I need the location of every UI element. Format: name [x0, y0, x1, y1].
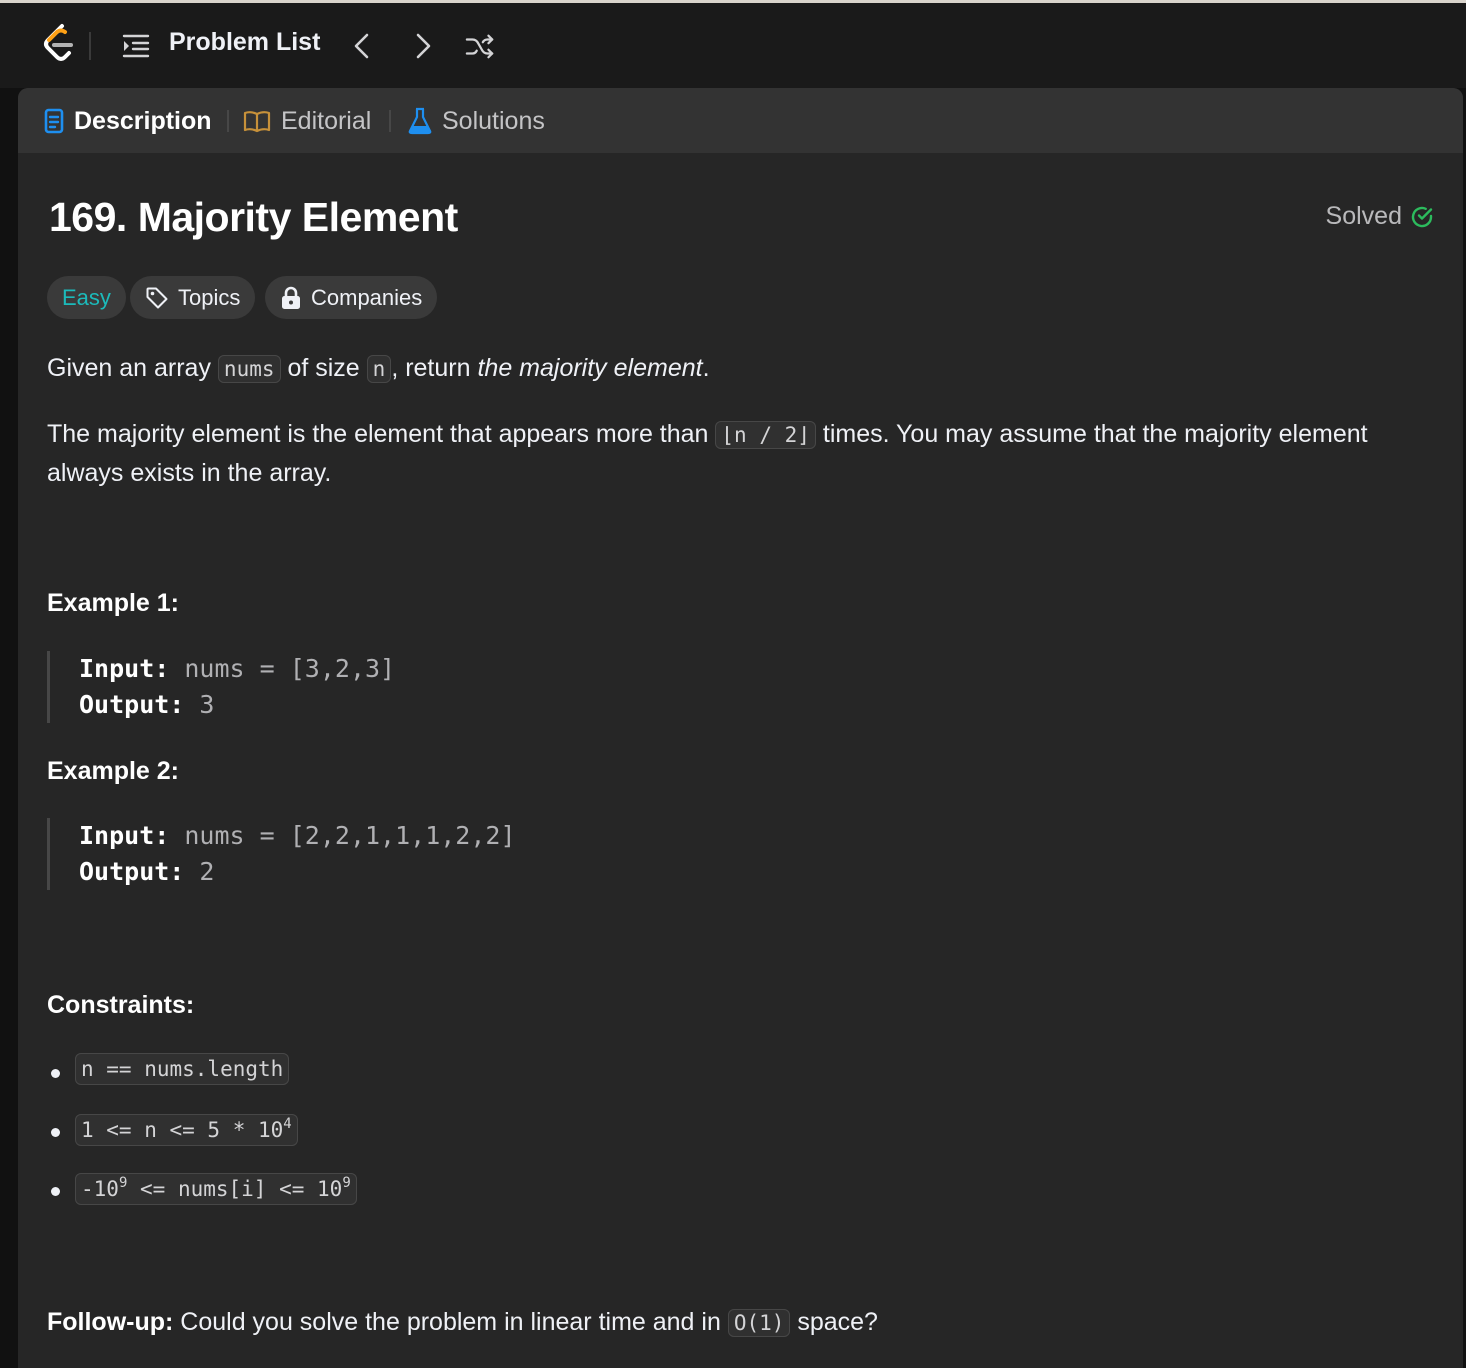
bullet — [51, 1069, 60, 1078]
tab-solutions[interactable]: Solutions — [408, 105, 545, 137]
example-2-block: Input: nums = [2,2,1,1,1,2,2] Output: 2 — [47, 818, 647, 890]
output-label: Output: — [79, 857, 185, 886]
follow-up-paragraph: Follow-up: Could you solve the problem i… — [47, 1308, 878, 1337]
follow-up-label: Follow-up: — [47, 1308, 174, 1336]
output-label: Output: — [79, 690, 185, 719]
constraint-code: -109 <= nums[i] <= 109 — [75, 1173, 357, 1205]
tab-editorial-label: Editorial — [281, 106, 372, 135]
bullet — [51, 1128, 60, 1137]
constraint-item: n == nums.length — [75, 1053, 290, 1091]
output-value: 2 — [199, 857, 215, 886]
check-circle-icon — [1411, 206, 1433, 227]
shuffle-icon[interactable] — [465, 30, 495, 62]
example-2-heading: Example 2: — [47, 757, 180, 785]
input-label: Input: — [79, 821, 170, 850]
difficulty-label: Easy — [62, 284, 111, 310]
text: , return — [391, 354, 478, 382]
solved-status: Solved — [1326, 202, 1434, 231]
description-icon — [44, 108, 64, 134]
inline-code: O(1) — [727, 1309, 791, 1337]
companies-label: Companies — [311, 284, 423, 310]
difficulty-badge: Easy — [47, 276, 126, 319]
solved-label: Solved — [1325, 202, 1402, 230]
inline-code: nums — [217, 355, 281, 383]
emphasis-text: the majority element — [477, 354, 703, 382]
tab-description-label: Description — [74, 106, 212, 135]
text: The majority element is the element that… — [47, 420, 716, 448]
chevron-right-icon[interactable] — [408, 30, 438, 62]
tag-icon — [146, 287, 168, 308]
topics-button[interactable]: Topics — [130, 276, 256, 319]
text: Given an array — [47, 354, 218, 382]
bullet — [51, 1187, 60, 1196]
problem-list-icon[interactable] — [121, 31, 151, 61]
tab-divider — [389, 110, 391, 132]
constraint-item: -109 <= nums[i] <= 109 — [75, 1173, 357, 1209]
inline-code: ⌊n / 2⌋ — [715, 421, 816, 449]
panel-tab-bar: Description Editorial Solutions — [18, 88, 1463, 153]
topics-label: Topics — [178, 284, 241, 310]
description-panel: Description Editorial Solutions 169. Maj… — [18, 88, 1463, 1368]
leetcode-logo-icon[interactable] — [40, 23, 76, 65]
tab-divider — [227, 110, 229, 132]
example-1-block: Input: nums = [3,2,3] Output: 3 — [47, 651, 647, 723]
tab-solutions-label: Solutions — [442, 106, 545, 135]
top-navigation-bar: Problem List — [0, 3, 1466, 88]
text: Could you solve the problem in linear ti… — [173, 1308, 728, 1336]
companies-button[interactable]: Companies — [265, 276, 438, 319]
description-paragraph-1: Given an array nums of size n, return th… — [47, 349, 1442, 388]
flask-icon — [408, 107, 432, 135]
code-text: -10 — [81, 1177, 119, 1201]
problem-title[interactable]: 169. Majority Element — [49, 194, 458, 241]
tab-editorial[interactable]: Editorial — [243, 105, 371, 137]
text: space? — [790, 1308, 878, 1336]
inline-code: n — [366, 355, 392, 383]
superscript: 4 — [283, 1116, 292, 1132]
divider — [89, 32, 91, 60]
constraint-code: 1 <= n <= 5 * 104 — [75, 1114, 298, 1146]
constraint-code: n == nums.length — [75, 1053, 290, 1085]
input-value: nums = [2,2,1,1,1,2,2] — [184, 821, 516, 850]
book-icon — [243, 111, 271, 133]
constraints-heading: Constraints: — [47, 991, 195, 1019]
input-value: nums = [3,2,3] — [184, 654, 396, 683]
chevron-left-icon[interactable] — [347, 30, 377, 62]
constraint-item: 1 <= n <= 5 * 104 — [75, 1114, 298, 1150]
input-label: Input: — [79, 654, 170, 683]
superscript: 9 — [342, 1175, 351, 1191]
code-text: <= nums[i] <= 10 — [127, 1177, 343, 1201]
text: . — [702, 354, 710, 382]
code-text: 1 <= n <= 5 * 10 — [81, 1118, 284, 1142]
tab-description[interactable]: Description — [44, 105, 212, 137]
problem-list-link[interactable]: Problem List — [169, 28, 320, 57]
lock-icon — [282, 286, 300, 309]
output-value: 3 — [199, 690, 215, 719]
description-paragraph-2: The majority element is the element that… — [47, 415, 1442, 492]
text: of size — [280, 354, 367, 382]
example-1-heading: Example 1: — [47, 589, 180, 617]
